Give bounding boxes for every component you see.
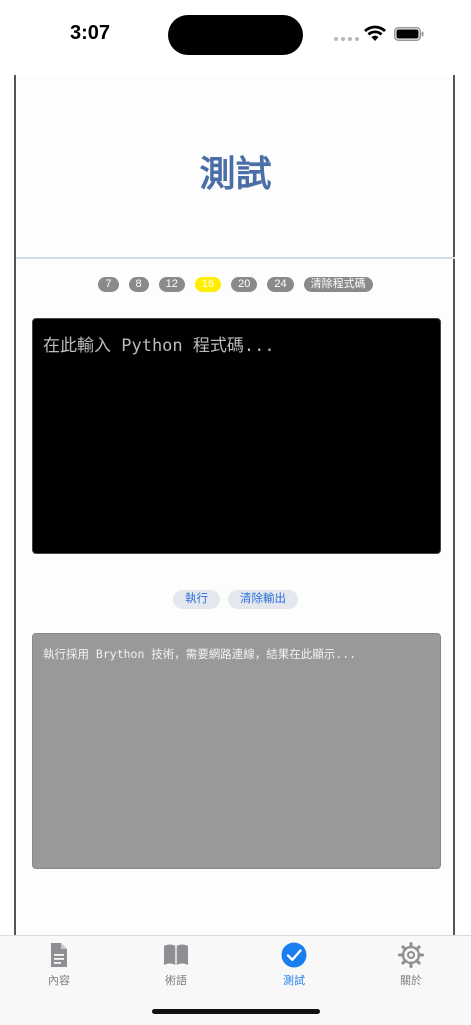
tab-label: 關於 bbox=[400, 975, 422, 987]
run-button[interactable]: 執行 bbox=[173, 590, 220, 609]
gear-icon bbox=[398, 942, 424, 968]
action-buttons: 執行 清除輸出 bbox=[0, 590, 471, 609]
status-bar: 3:07 bbox=[0, 0, 471, 72]
tab-glossary[interactable]: 術語 bbox=[136, 942, 216, 988]
status-time: 3:07 bbox=[70, 22, 111, 44]
book-icon bbox=[164, 944, 188, 965]
output-placeholder: 執行採用 Brython 技術，需要網路連線，結果在此顯示... bbox=[43, 647, 357, 661]
output-panel: 執行採用 Brython 技術，需要網路連線，結果在此顯示... bbox=[32, 633, 441, 869]
home-indicator bbox=[152, 1009, 320, 1014]
font-size-16-button[interactable]: 16 bbox=[194, 277, 222, 292]
tab-label: 測試 bbox=[283, 975, 305, 987]
font-size-7-button[interactable]: 7 bbox=[98, 277, 119, 292]
font-size-20-button[interactable]: 20 bbox=[231, 277, 258, 292]
document-icon bbox=[51, 943, 67, 967]
tab-label: 術語 bbox=[165, 975, 187, 987]
checkmark-circle-icon bbox=[281, 942, 307, 968]
header-divider bbox=[16, 257, 455, 259]
page-title: 測試 bbox=[199, 154, 272, 195]
python-code-input[interactable]: 在此輸入 Python 程式碼... bbox=[32, 318, 441, 554]
clear-code-button[interactable]: 清除程式碼 bbox=[303, 277, 373, 292]
tab-label: 內容 bbox=[48, 975, 70, 987]
tab-content[interactable]: 內容 bbox=[19, 942, 99, 988]
tab-test[interactable]: 測試 bbox=[254, 942, 334, 988]
cellular-signal-icon bbox=[334, 37, 359, 41]
battery-icon bbox=[394, 27, 424, 41]
font-size-24-button[interactable]: 24 bbox=[267, 277, 294, 292]
wifi-icon bbox=[364, 25, 386, 41]
dynamic-island bbox=[168, 15, 303, 55]
font-size-8-button[interactable]: 8 bbox=[128, 277, 149, 292]
tab-about[interactable]: 關於 bbox=[371, 942, 451, 988]
code-input-placeholder: 在此輸入 Python 程式碼... bbox=[43, 336, 275, 356]
clear-output-button[interactable]: 清除輸出 bbox=[228, 590, 298, 609]
font-size-selector: 7 8 12 16 20 24 清除程式碼 bbox=[0, 277, 471, 292]
font-size-12-button[interactable]: 12 bbox=[158, 277, 185, 292]
